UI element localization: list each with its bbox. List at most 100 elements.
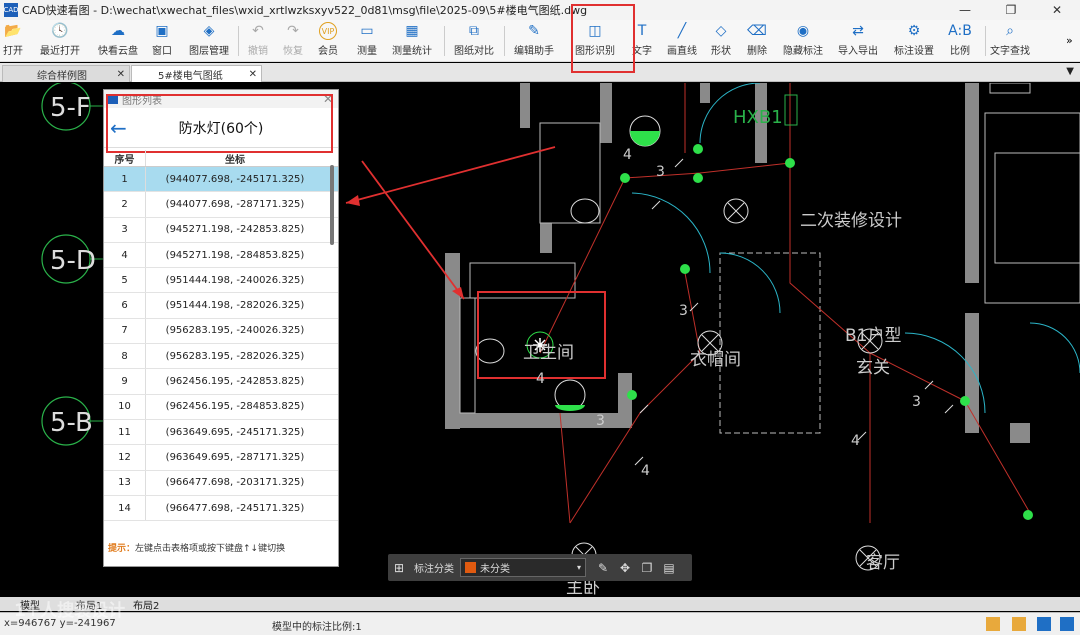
row-index: 11: [104, 419, 146, 445]
axis-label: 5-B: [50, 408, 93, 438]
table-row[interactable]: 12 (963649.695, -287171.325): [104, 445, 338, 471]
table-row[interactable]: 2 (944077.698, -287171.325): [104, 192, 338, 218]
toolbar-button-label: 比例: [950, 46, 970, 57]
table-row[interactable]: 1 (944077.698, -245171.325): [104, 167, 338, 193]
row-coordinate: (945271.198, -284853.825): [165, 249, 305, 261]
row-index: 8: [104, 344, 146, 369]
layout-tab-2[interactable]: 布局2: [133, 597, 159, 612]
annotation-category-select[interactable]: 未分类 ▾: [460, 558, 586, 577]
toolbar-button-layers[interactable]: ◈ 图层管理: [189, 22, 229, 60]
annotation-settings-icon: ⚙: [907, 23, 921, 39]
toolbar-button-line[interactable]: ╱ 画直线: [667, 22, 697, 60]
toolbar-button-ruler[interactable]: ▭ 测量: [357, 22, 377, 60]
close-tab-icon[interactable]: ✕: [117, 69, 125, 80]
table-row[interactable]: 4 (945271.198, -284853.825): [104, 242, 338, 269]
status-export-icon[interactable]: [986, 617, 1000, 631]
maximize-button[interactable]: ❐: [988, 0, 1034, 20]
row-coordinate: (962456.195, -284853.825): [165, 401, 305, 413]
toolbar-button-folder[interactable]: 📂 打开: [3, 22, 23, 60]
table-row[interactable]: 3 (945271.198, -242853.825): [104, 217, 338, 243]
panel-code-label: HXB1: [733, 107, 783, 128]
row-index: 4: [104, 242, 146, 268]
minimize-button[interactable]: —: [942, 0, 988, 20]
chevron-down-icon: ▾: [576, 563, 581, 572]
edit-helper-icon: ✎: [528, 23, 540, 39]
copy-icon[interactable]: ❐: [636, 557, 658, 579]
shape-table: 序号 坐标 1 (944077.698, -245171.325) 2 (944077…: [104, 150, 338, 528]
table-row[interactable]: 11 (963649.695, -245171.325): [104, 419, 338, 446]
tabs-menu-icon[interactable]: ▼: [1066, 66, 1074, 77]
move-icon[interactable]: ✥: [614, 557, 636, 579]
table-row[interactable]: 7 (956283.195, -240026.325): [104, 318, 338, 345]
status-settings-icon[interactable]: [1060, 617, 1074, 631]
toolbar-button-eye-hide[interactable]: ◉ 隐藏标注: [783, 22, 823, 60]
paste-icon[interactable]: ▤: [658, 557, 680, 579]
toolbar-button-scale[interactable]: A:B 比例: [948, 22, 972, 60]
table-row[interactable]: 9 (962456.195, -242853.825): [104, 369, 338, 395]
table-row[interactable]: 13 (966477.698, -203171.325): [104, 470, 338, 496]
annotation-scale: 模型中的标注比例:1: [272, 622, 362, 633]
table-row[interactable]: 14 (966477.698, -245171.325): [104, 495, 338, 522]
toolbar-button-vip[interactable]: VIP 会员: [318, 22, 338, 60]
compare-icon: ⧉: [469, 23, 479, 39]
table-row[interactable]: 6 (951444.198, -282026.325): [104, 293, 338, 319]
toolbar-separator: [504, 26, 505, 56]
status-pdf-icon[interactable]: [1037, 617, 1051, 631]
tab-electrical[interactable]: 5#楼电气图纸 ✕: [131, 65, 262, 82]
row-index: 12: [104, 445, 146, 470]
toolbar-button-import-export[interactable]: ⇄ 导入导出: [838, 22, 878, 60]
toolbar-button-undo[interactable]: ↶ 撤销: [248, 22, 268, 60]
table-row[interactable]: 5 (951444.198, -240026.325): [104, 268, 338, 294]
title-bar: CAD CAD快速看图 - D:\wechat\xwechat_files\wx…: [0, 0, 1080, 20]
status-print-icon[interactable]: [1012, 617, 1026, 631]
status-bar: x=946767 y=-241967 模型中的标注比例:1: [0, 612, 1080, 635]
toolbar-button-clock[interactable]: 🕓 最近打开: [40, 22, 80, 60]
toolbar-separator: [238, 26, 239, 56]
toolbar-button-shape[interactable]: ◇ 形状: [711, 22, 731, 60]
import-export-icon: ⇄: [852, 23, 864, 39]
toolbar-button-label: 文字: [632, 46, 652, 57]
wire-count-label: 3: [912, 394, 921, 410]
row-index: 9: [104, 369, 146, 394]
toolbar-button-label: 撤销: [248, 46, 268, 57]
toolbar-button-eraser[interactable]: ⌫ 删除: [747, 22, 767, 60]
undo-icon: ↶: [252, 23, 264, 39]
toolbar-button-label: 画直线: [667, 46, 697, 57]
toolbar-button-label: 快看云盘: [98, 46, 138, 57]
row-coordinate: (944077.698, -287171.325): [165, 198, 305, 210]
room-label: 衣帽间: [690, 350, 741, 370]
table-scrollbar[interactable]: [330, 165, 334, 245]
layers-icon: ◈: [203, 23, 215, 39]
table-row[interactable]: 10 (962456.195, -284853.825): [104, 394, 338, 420]
wire-count-label: 3: [656, 164, 665, 180]
table-row[interactable]: 8 (956283.195, -282026.325): [104, 344, 338, 370]
toolbar-button-measure-stats[interactable]: ▦ 测量统计: [392, 22, 432, 60]
close-tab-icon[interactable]: ✕: [249, 69, 257, 80]
toolbar-button-window[interactable]: ▣ 窗口: [152, 22, 172, 60]
toolbar-button-label: 窗口: [152, 46, 172, 57]
column-header-index: 序号: [104, 150, 146, 166]
toolbar-button-edit-helper[interactable]: ✎ 编辑助手: [514, 22, 554, 60]
annotation-category-label: 标注分类: [414, 564, 454, 575]
edit-icon[interactable]: ✎: [592, 557, 614, 579]
toolbar-button-label: 标注设置: [894, 46, 934, 57]
toolbar-button-redo[interactable]: ↷ 恢复: [283, 22, 303, 60]
toolbar-button-annotation-settings[interactable]: ⚙ 标注设置: [894, 22, 934, 60]
toolbar-button-cloud[interactable]: ☁ 快看云盘: [98, 22, 138, 60]
wire-count-label: 4: [641, 463, 650, 479]
room-label: 卫生间: [523, 343, 574, 363]
row-index: 3: [104, 217, 146, 242]
tab-sample[interactable]: 综合样例图 ✕: [2, 65, 130, 82]
text-icon: T: [637, 23, 647, 39]
toolbar-button-label: 文字查找: [990, 46, 1030, 57]
vip-icon: VIP: [319, 22, 337, 40]
selected-category: 未分类: [480, 564, 510, 575]
window-title: CAD快速看图 - D:\wechat\xwechat_files\wxid_x…: [22, 4, 588, 17]
grid-icon[interactable]: ⊞: [388, 557, 410, 579]
watermark: 1+人搜装设计: [14, 601, 126, 621]
close-window-button[interactable]: ✕: [1034, 0, 1080, 20]
toolbar-button-text[interactable]: T 文字: [632, 22, 652, 60]
toolbar-button-compare[interactable]: ⧉ 图纸对比: [454, 22, 494, 60]
row-coordinate: (951444.198, -282026.325): [165, 300, 305, 312]
toolbar-button-text-search[interactable]: ⌕ 文字查找: [990, 22, 1030, 60]
